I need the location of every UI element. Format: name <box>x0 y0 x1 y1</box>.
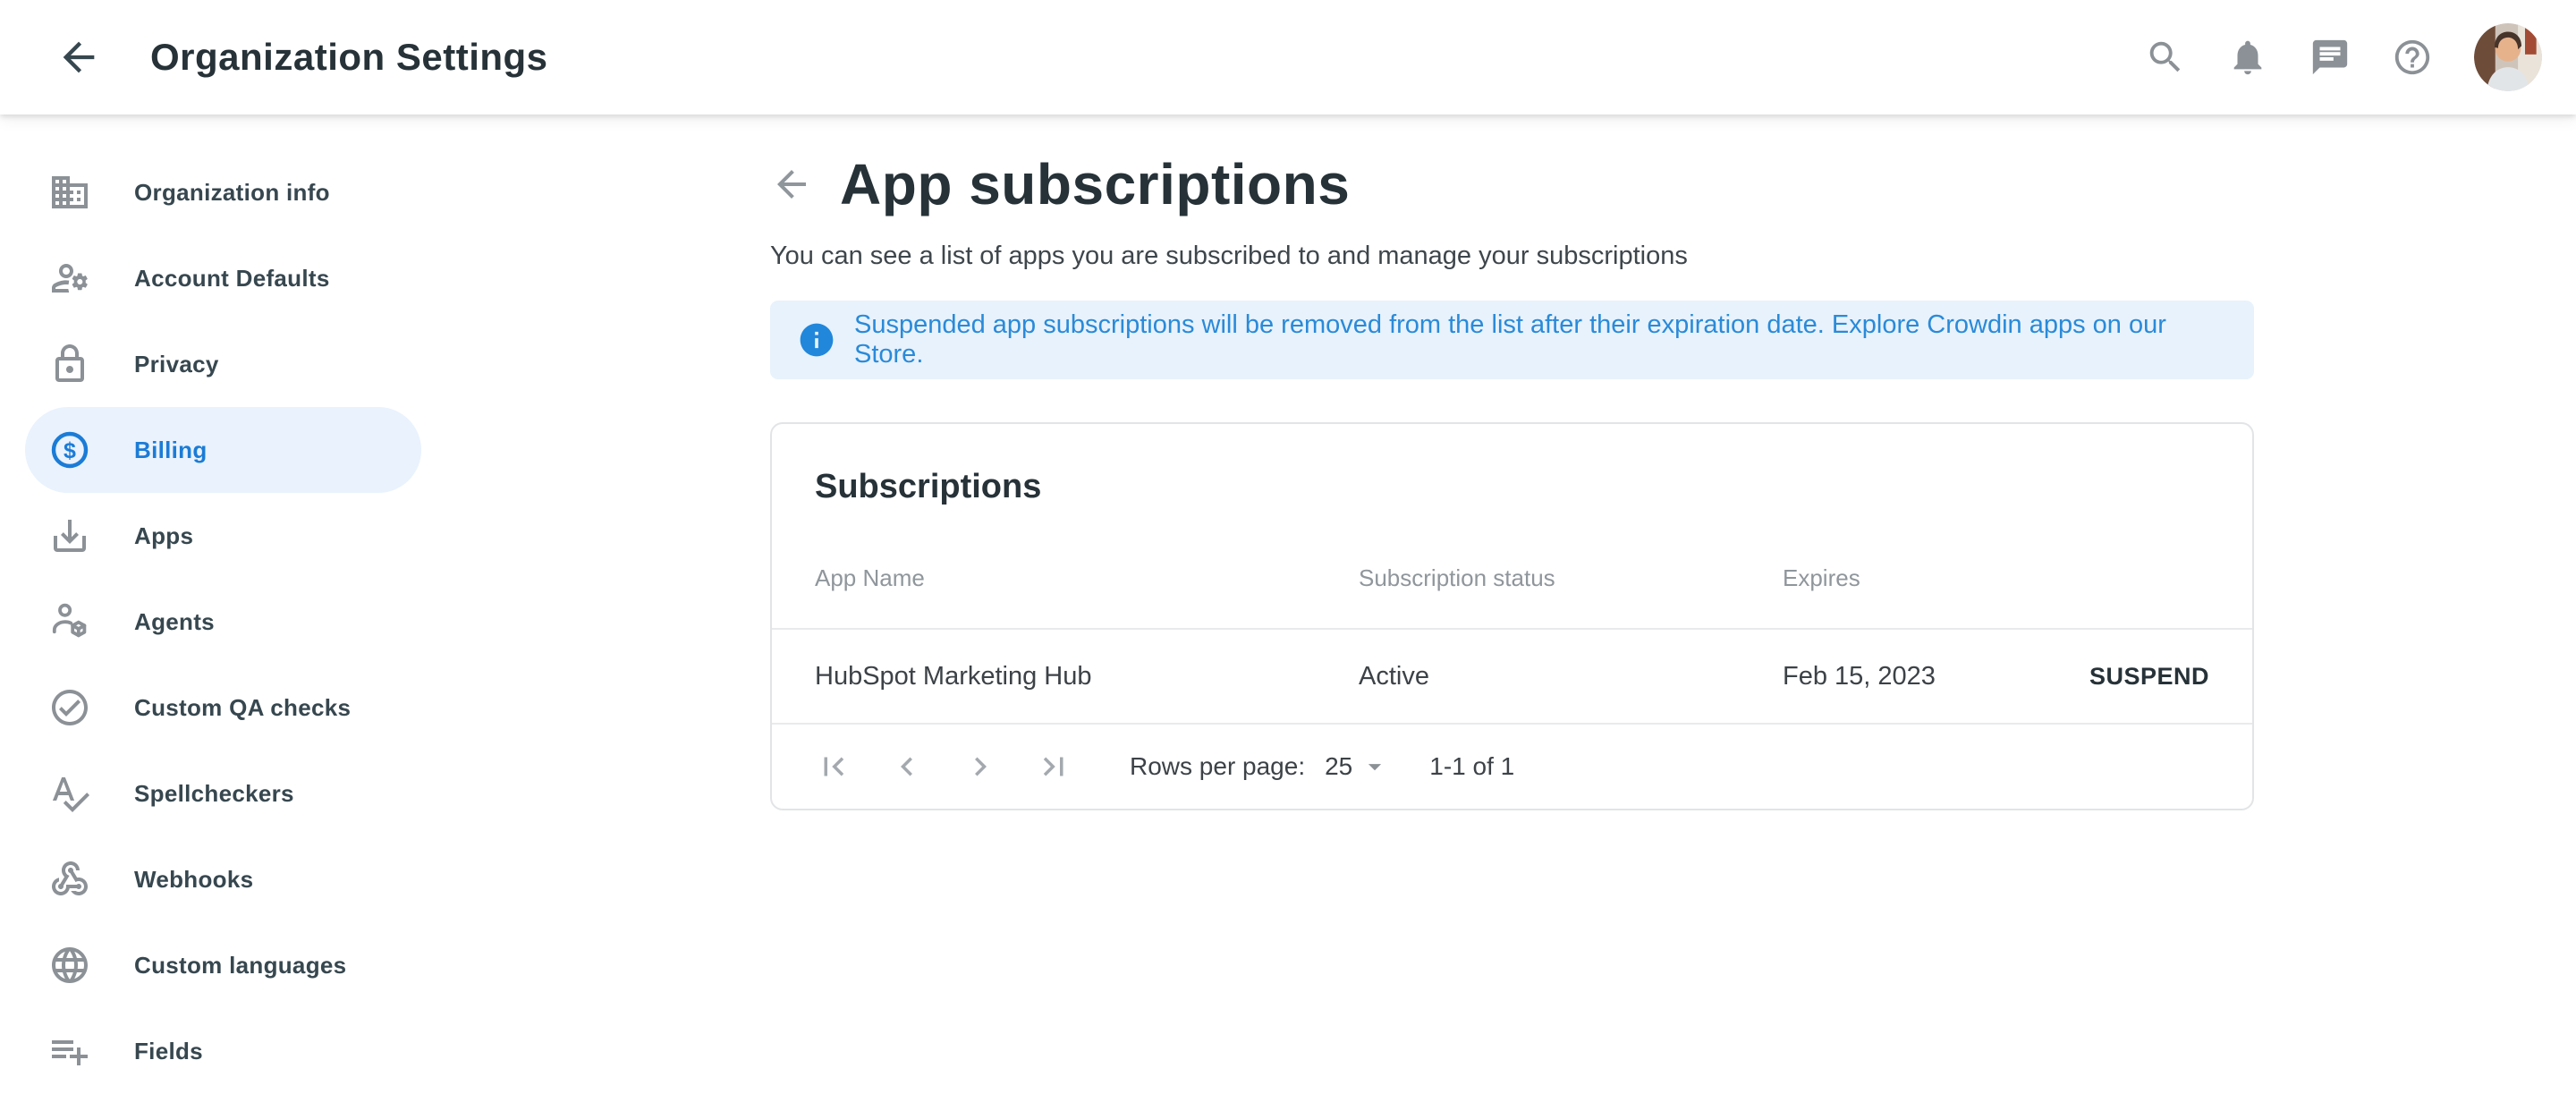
sidebar-item-custom-qa-checks[interactable]: Custom QA checks <box>25 665 421 751</box>
section-subtitle: You can see a list of apps you are subsc… <box>770 238 2254 274</box>
info-banner: Suspended app subscriptions will be remo… <box>770 301 2254 379</box>
card-title: Subscriptions <box>772 424 2252 508</box>
rows-per-page-label: Rows per page: <box>1130 752 1305 781</box>
webhook-icon <box>48 858 91 901</box>
help-icon[interactable] <box>2392 37 2433 78</box>
banner-text[interactable]: Suspended app subscriptions will be remo… <box>854 310 2227 369</box>
svg-text:$: $ <box>64 438 76 463</box>
column-header-subscription-status: Subscription status <box>1359 564 1783 592</box>
person-cube-icon <box>48 600 91 643</box>
sidebar-item-agents[interactable]: Agents <box>25 579 421 665</box>
main-content: App subscriptions You can see a list of … <box>770 114 2254 810</box>
table-header-row: App Name Subscription status Expires <box>772 508 2252 630</box>
column-header-app-name: App Name <box>815 564 1359 592</box>
lock-icon <box>48 343 91 386</box>
info-icon <box>797 320 836 360</box>
sidebar-item-account-defaults[interactable]: Account Defaults <box>25 235 421 321</box>
pagination-bar: Rows per page: 25 1-1 of 1 <box>772 725 2252 809</box>
sidebar-item-label: Fields <box>134 1038 203 1065</box>
chevron-down-icon <box>1360 751 1390 782</box>
rows-per-page-select[interactable]: 25 <box>1325 751 1390 782</box>
chat-icon[interactable] <box>2309 37 2351 78</box>
sidebar-item-webhooks[interactable]: Webhooks <box>25 836 421 922</box>
check-circle-icon <box>48 686 91 729</box>
back-icon[interactable] <box>55 34 102 81</box>
sidebar-item-organization-info[interactable]: Organization info <box>25 149 421 235</box>
back-icon[interactable] <box>770 163 813 206</box>
cell-expires: Feb 15, 2023 <box>1783 662 2089 691</box>
sidebar-item-privacy[interactable]: Privacy <box>25 321 421 407</box>
table-row: HubSpot Marketing Hub Active Feb 15, 202… <box>772 630 2252 725</box>
settings-sidebar: Organization info Account Defaults Priva… <box>0 114 698 1094</box>
pagination-range: 1-1 of 1 <box>1429 752 1514 781</box>
next-page-icon[interactable] <box>962 748 999 785</box>
last-page-icon[interactable] <box>1035 748 1072 785</box>
first-page-icon[interactable] <box>815 748 852 785</box>
sidebar-item-label: Privacy <box>134 351 219 378</box>
notifications-icon[interactable] <box>2227 37 2268 78</box>
person-gear-icon <box>48 257 91 300</box>
globe-icon <box>48 944 91 987</box>
sidebar-item-custom-languages[interactable]: Custom languages <box>25 922 421 1008</box>
suspend-button[interactable]: SUSPEND <box>2089 663 2209 691</box>
spellcheck-icon <box>48 772 91 815</box>
sidebar-item-label: Billing <box>134 437 208 464</box>
sidebar-item-apps[interactable]: Apps <box>25 493 421 579</box>
dollar-circle-icon: $ <box>48 428 91 471</box>
building-icon <box>48 171 91 214</box>
section-title: App subscriptions <box>840 151 1350 217</box>
download-icon <box>48 514 91 557</box>
column-header-expires: Expires <box>1783 564 2209 592</box>
sidebar-item-spellcheckers[interactable]: Spellcheckers <box>25 751 421 836</box>
sidebar-item-billing[interactable]: $ Billing <box>25 407 421 493</box>
page-title: Organization Settings <box>150 36 548 79</box>
playlist-add-icon <box>48 1030 91 1073</box>
sidebar-item-label: Spellcheckers <box>134 780 294 808</box>
cell-app-name: HubSpot Marketing Hub <box>815 662 1359 691</box>
sidebar-item-label: Account Defaults <box>134 265 330 293</box>
app-bar: Organization Settings <box>0 0 2576 114</box>
sidebar-item-label: Agents <box>134 608 215 636</box>
sidebar-item-fields[interactable]: Fields <box>25 1008 421 1094</box>
appbar-actions <box>2145 23 2542 91</box>
sidebar-item-label: Organization info <box>134 179 330 207</box>
subscriptions-card: Subscriptions App Name Subscription stat… <box>770 422 2254 810</box>
rows-per-page-value: 25 <box>1325 752 1352 781</box>
sidebar-item-label: Webhooks <box>134 866 253 894</box>
sidebar-item-label: Apps <box>134 522 193 550</box>
avatar[interactable] <box>2474 23 2542 91</box>
sidebar-item-label: Custom languages <box>134 952 346 980</box>
title-row: App subscriptions <box>770 143 2254 225</box>
prev-page-icon[interactable] <box>888 748 926 785</box>
search-icon[interactable] <box>2145 37 2186 78</box>
cell-subscription-status: Active <box>1359 662 1783 691</box>
sidebar-item-label: Custom QA checks <box>134 694 351 722</box>
